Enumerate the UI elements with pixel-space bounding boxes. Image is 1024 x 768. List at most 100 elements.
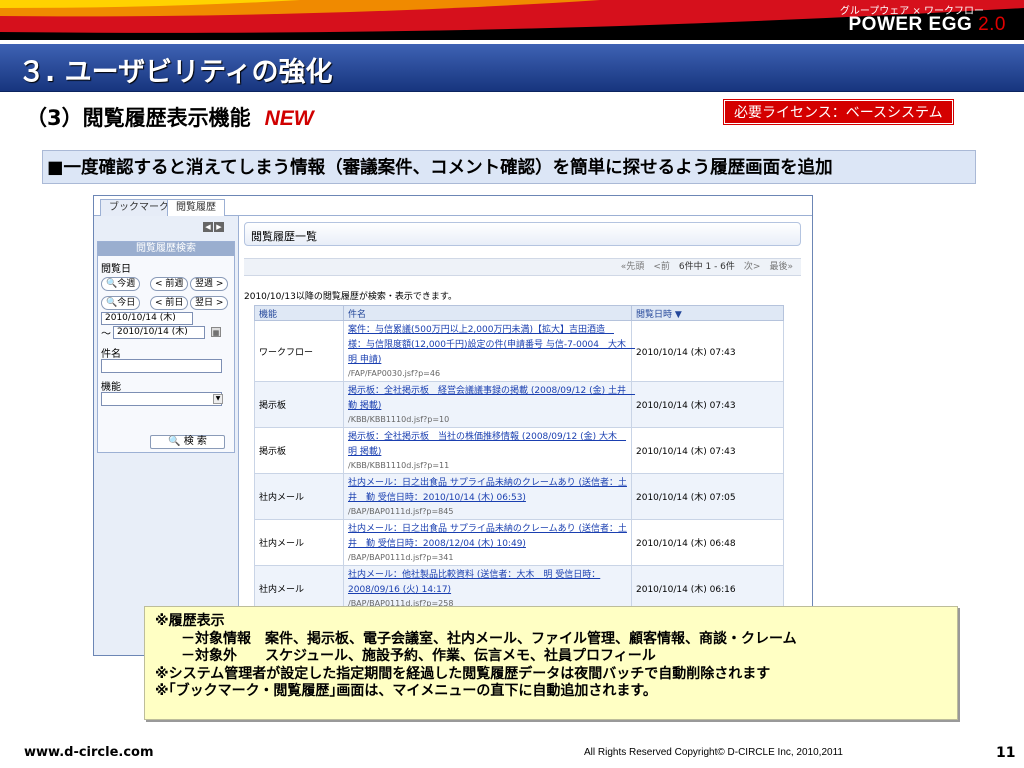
pager-info: 6件中 1 - 6件 xyxy=(678,262,735,272)
row-title-link[interactable]: 社内メール：日之出食品 サプライ品未納のクレームあり (送信者：土井 勤 受信日… xyxy=(348,476,627,506)
row-path: /KBB/KBB1110d.jsf?p=10 xyxy=(348,415,450,424)
app-screenshot: ブックマーク 閲覧履歴 ◀ ▶ 閲覧履歴検索 閲覧日 🔍今週 < 前週 翌週 > … xyxy=(93,195,813,656)
range-separator: 〜 xyxy=(101,329,111,340)
brand-version: 2.0 xyxy=(978,14,1006,35)
next-day-button[interactable]: 翌日 > xyxy=(190,296,229,310)
row-subject: 掲示板：全社掲示板 当社の株価推移情報 (2008/09/12 (金) 大木 明… xyxy=(343,427,632,474)
this-week-button[interactable]: 🔍今週 xyxy=(101,277,141,291)
row-subject: 社内メール：日之出食品 サプライ品未納のクレームあり (送信者：土井 勤 受信日… xyxy=(343,473,632,520)
history-header: 閲覧履歴一覧 xyxy=(244,222,801,246)
search-icon: 🔍 xyxy=(168,436,181,447)
row-subject: 案件：与信累議(500万円以上2,000万円未満)【拡大】吉田酒造 様：与信限度… xyxy=(343,320,635,382)
subject-input[interactable] xyxy=(101,359,222,373)
next-week-button[interactable]: 翌週 > xyxy=(190,277,229,291)
pager-first[interactable]: «先頭 xyxy=(621,262,645,272)
footer-site: www.d-circle.com xyxy=(24,745,154,760)
col-viewed-at[interactable]: 閲覧日時 ▼ xyxy=(631,305,784,321)
row-function: 掲示板 xyxy=(254,427,344,474)
notes-target: －対象情報 案件、掲示板、電子会議室、社内メール、ファイル管理、顧客情報、商談・… xyxy=(181,630,797,647)
calendar-icon[interactable]: ▦ xyxy=(211,327,221,337)
subject-label: 件名 xyxy=(101,349,121,360)
notes-box: ※履歴表示 －対象情報 案件、掲示板、電子会議室、社内メール、ファイル管理、顧客… xyxy=(144,606,958,720)
col-subject[interactable]: 件名 xyxy=(343,305,632,321)
row-title-link[interactable]: 掲示板：全社掲示板 経営会議議事録の掲載 (2008/09/12 (金) 土井 … xyxy=(348,384,635,414)
row-function: 社内メール xyxy=(254,473,344,520)
footer-copyright: All Rights Reserved Copyright© D-CIRCLE … xyxy=(584,747,843,758)
row-title-link[interactable]: 案件：与信累議(500万円以上2,000万円未満)【拡大】吉田酒造 様：与信限度… xyxy=(348,323,635,368)
tab-view-history[interactable]: 閲覧履歴 xyxy=(167,199,225,217)
row-date: 2010/10/14 (木) 07:43 xyxy=(631,320,784,382)
pager-prev[interactable]: <前 xyxy=(653,262,670,272)
date-to-field[interactable]: 2010/10/14 (木) xyxy=(113,326,205,339)
row-function: 社内メール xyxy=(254,565,344,612)
brand-logo: POWER EGG 2.0 xyxy=(849,14,1007,36)
notes-excluded: －対象外 スケジュール、施設予約、作業、伝言メモ、社員プロフィール xyxy=(181,648,656,664)
notes-menu: ※｢ブックマーク・閲覧履歴｣画面は、マイメニューの直下に自動追加されます。 xyxy=(155,683,657,699)
this-week-label: 今週 xyxy=(117,279,136,289)
table-row: 社内メール 社内メール：日之出食品 サプライ品未納のクレームあり (送信者：土井 … xyxy=(254,473,784,520)
row-function: ワークフロー xyxy=(254,320,344,382)
search-button-label: 検 索 xyxy=(183,436,207,447)
chevron-down-icon: ▼ xyxy=(213,394,223,404)
today-label: 今日 xyxy=(117,298,136,308)
row-path: /BAP/BAP0111d.jsf?p=341 xyxy=(348,553,454,562)
row-title-link[interactable]: 掲示板：全社掲示板 当社の株価推移情報 (2008/09/12 (金) 大木 明… xyxy=(348,430,627,460)
search-panel-title: 閲覧履歴検索 xyxy=(98,242,234,256)
row-date: 2010/10/14 (木) 07:43 xyxy=(631,427,784,474)
brand-header: グループウェア × ワークフロー POWER EGG 2.0 xyxy=(0,0,1024,40)
slide-title: ３. ユーザビリティの強化 xyxy=(18,57,333,88)
search-panel: 閲覧履歴検索 閲覧日 🔍今週 < 前週 翌週 > 🔍今日 < 前日 翌日 > 2… xyxy=(97,241,235,453)
row-path: /BAP/BAP0111d.jsf?p=845 xyxy=(348,507,454,516)
row-subject: 社内メール：他社製品比較資料 (送信者：大木 明 受信日時：2008/09/16… xyxy=(343,565,632,612)
row-subject: 社内メール：日之出食品 サプライ品未納のクレームあり (送信者：土井 勤 受信日… xyxy=(343,519,632,566)
title-bar: ３. ユーザビリティの強化 xyxy=(0,44,1024,92)
prev-day-button[interactable]: < 前日 xyxy=(150,296,189,310)
table-row: 掲示板 掲示板：全社掲示板 経営会議議事録の掲載 (2008/09/12 (金) … xyxy=(254,381,784,428)
table-row: 社内メール 社内メール：日之出食品 サプライ品未納のクレームあり (送信者：土井 … xyxy=(254,519,784,566)
tab-strip: ブックマーク 閲覧履歴 xyxy=(94,196,812,217)
brand-name: POWER EGG xyxy=(848,14,973,35)
pager: «先頭 <前 6件中 1 - 6件 次> 最後» xyxy=(244,258,801,276)
function-select[interactable]: ▼ xyxy=(101,392,223,406)
row-subject: 掲示板：全社掲示板 経営会議議事録の掲載 (2008/09/12 (金) 土井 … xyxy=(343,381,635,428)
lead-text: ■一度確認すると消えてしまう情報（審議案件、コメント確認）を簡単に探せるよう履歴… xyxy=(47,158,833,178)
history-notice: 2010/10/13以降の閲覧履歴が検索・表示できます。 xyxy=(244,292,457,302)
new-badge: NEW xyxy=(264,107,314,130)
row-date: 2010/10/14 (木) 06:48 xyxy=(631,519,784,566)
pager-next[interactable]: 次> xyxy=(744,262,761,272)
page-number: 11 xyxy=(996,745,1016,761)
row-date: 2010/10/14 (木) 06:16 xyxy=(631,565,784,612)
search-icon: 🔍 xyxy=(106,298,118,308)
subtitle-text: （3）閲覧履歴表示機能 xyxy=(26,106,251,130)
search-button[interactable]: 🔍 検 索 xyxy=(150,435,225,449)
row-date: 2010/10/14 (木) 07:43 xyxy=(631,381,784,428)
today-button[interactable]: 🔍今日 xyxy=(101,296,141,310)
arrow-left-icon[interactable]: ◀ xyxy=(203,222,213,232)
row-path: /FAP/FAP0030.jsf?p=46 xyxy=(348,369,441,378)
pager-last[interactable]: 最後» xyxy=(769,262,793,272)
function-label: 機能 xyxy=(101,382,121,393)
history-title: 閲覧履歴一覧 xyxy=(251,230,317,243)
date-from-field[interactable]: 2010/10/14 (木) xyxy=(101,312,193,325)
sidebar-collapse[interactable]: ◀ ▶ xyxy=(202,222,224,232)
prev-week-button[interactable]: < 前週 xyxy=(150,277,189,291)
slide-subtitle: （3）閲覧履歴表示機能 NEW xyxy=(26,102,314,132)
row-date: 2010/10/14 (木) 07:05 xyxy=(631,473,784,520)
sidebar: ◀ ▶ 閲覧履歴検索 閲覧日 🔍今週 < 前週 翌週 > 🔍今日 < 前日 翌日 … xyxy=(94,216,239,655)
arrow-right-icon[interactable]: ▶ xyxy=(214,222,224,232)
row-path: /KBB/KBB1110d.jsf?p=11 xyxy=(348,461,450,470)
table-row: 掲示板 掲示板：全社掲示板 当社の株価推移情報 (2008/09/12 (金) 大… xyxy=(254,427,784,474)
date-label: 閲覧日 xyxy=(101,264,131,275)
row-title-link[interactable]: 社内メール：他社製品比較資料 (送信者：大木 明 受信日時：2008/09/16… xyxy=(348,568,627,598)
search-icon: 🔍 xyxy=(106,279,118,289)
notes-heading: ※履歴表示 xyxy=(155,613,225,629)
history-main: 閲覧履歴一覧 «先頭 <前 6件中 1 - 6件 次> 最後» 2010/10/… xyxy=(244,216,812,655)
table-row: 社内メール 社内メール：他社製品比較資料 (送信者：大木 明 受信日時：2008/… xyxy=(254,565,784,612)
lead-box: ■一度確認すると消えてしまう情報（審議案件、コメント確認）を簡単に探せるよう履歴… xyxy=(42,150,976,184)
row-title-link[interactable]: 社内メール：日之出食品 サプライ品未納のクレームあり (送信者：土井 勤 受信日… xyxy=(348,522,627,552)
col-function[interactable]: 機能 xyxy=(254,305,344,321)
history-table: 機能 件名 閲覧日時 ▼ ワークフロー 案件：与信累議(500万円以上2,000万… xyxy=(254,305,784,612)
license-badge: 必要ライセンス：ベースシステム xyxy=(723,99,954,125)
table-row: ワークフロー 案件：与信累議(500万円以上2,000万円未満)【拡大】吉田酒造 … xyxy=(254,320,784,382)
notes-admin: ※システム管理者が設定した指定期間を経過した閲覧履歴データは夜間バッチで自動削除… xyxy=(155,665,771,682)
